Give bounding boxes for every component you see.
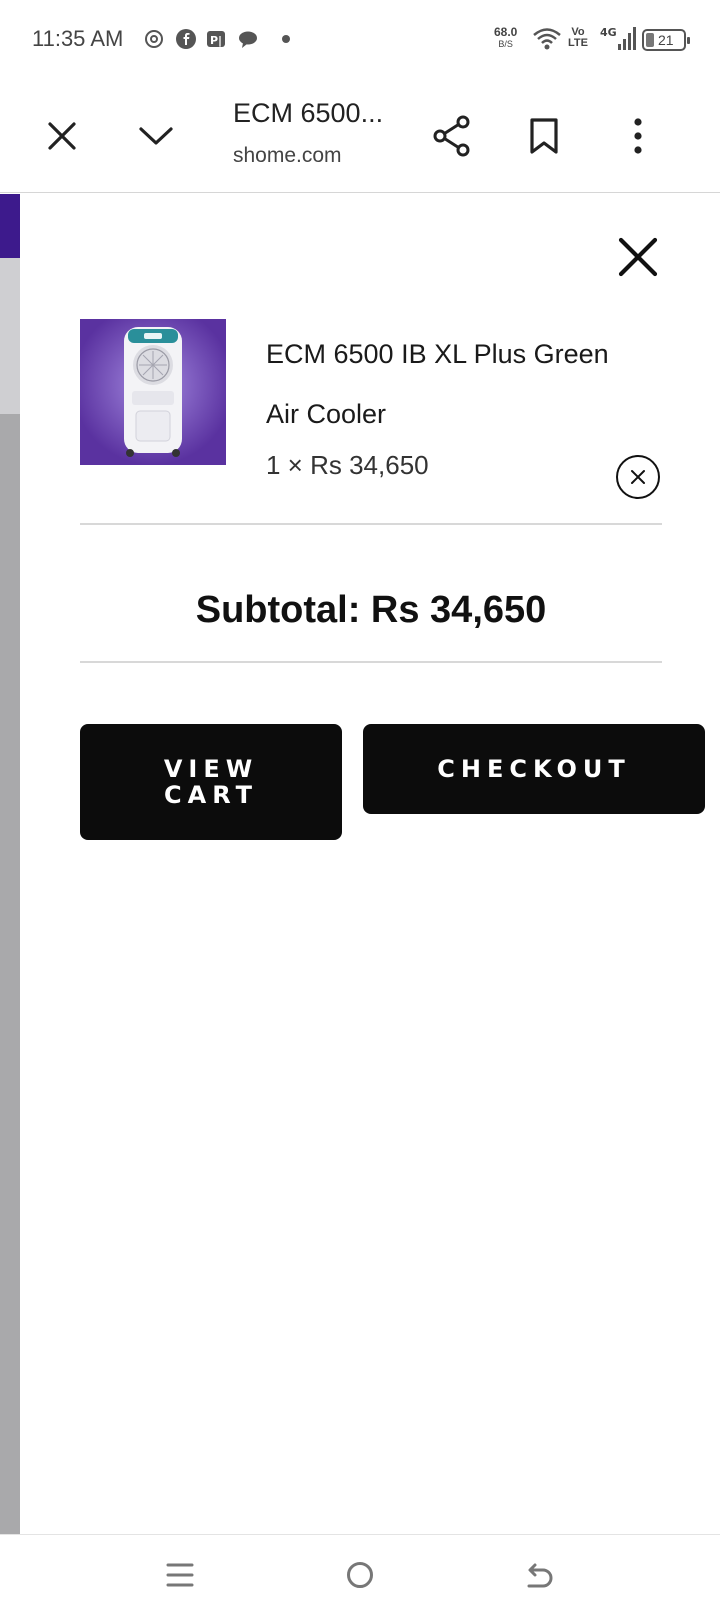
- checkout-button[interactable]: CHECKOUT: [363, 724, 705, 814]
- product-thumbnail[interactable]: [80, 319, 226, 465]
- volte-bottom: LTE: [568, 37, 588, 49]
- network-type: 4G: [600, 26, 617, 39]
- paytm-icon: P|: [207, 31, 225, 47]
- battery-level: 21: [658, 32, 674, 48]
- chevron-down-icon: [139, 127, 173, 145]
- more-options-button[interactable]: [612, 110, 664, 162]
- close-icon: [48, 122, 76, 150]
- share-button[interactable]: [426, 110, 478, 162]
- air-cooler-image: [80, 319, 226, 465]
- close-cart-button[interactable]: [610, 229, 666, 285]
- menu-icon: [166, 1563, 194, 1587]
- product-name[interactable]: ECM 6500 IB XL Plus Green Air Cooler: [266, 324, 626, 444]
- openai-icon: [145, 30, 163, 48]
- notification-dot: [282, 35, 290, 43]
- remove-item-button[interactable]: [616, 455, 660, 499]
- network-speed: 68.0 B/S: [494, 26, 517, 50]
- status-time: 11:35 AM: [32, 26, 124, 51]
- close-icon: [618, 237, 658, 277]
- network-speed-unit: B/S: [498, 39, 513, 49]
- page-url[interactable]: shome.com: [233, 144, 342, 168]
- back-icon: [527, 1563, 553, 1588]
- more-vert-icon: [634, 118, 642, 154]
- facebook-icon: [176, 29, 196, 49]
- bookmark-button[interactable]: [518, 110, 570, 162]
- status-bar: 11:35 AM P| 68.0 B/S Vo LTE 4G 21: [0, 0, 720, 80]
- background-page-section: [0, 258, 20, 414]
- signal-icon: 4G: [600, 26, 636, 50]
- divider: [80, 523, 662, 525]
- network-speed-value: 68.0: [494, 25, 518, 39]
- minimize-button[interactable]: [130, 110, 182, 162]
- back-button[interactable]: [520, 1555, 560, 1595]
- close-tab-button[interactable]: [36, 110, 88, 162]
- close-icon: [631, 470, 645, 484]
- chat-icon: [239, 31, 257, 48]
- mini-cart-panel: ECM 6500 IB XL Plus Green Air Cooler 1 ×…: [20, 194, 720, 1534]
- bookmark-icon: [530, 118, 558, 154]
- battery-indicator: 21: [642, 29, 690, 51]
- volte-indicator: Vo LTE: [568, 27, 588, 49]
- system-navigation-bar: [0, 1534, 720, 1612]
- wifi-icon: [533, 28, 561, 50]
- product-quantity-price: 1 × Rs 34,650: [266, 450, 429, 480]
- divider: [80, 661, 662, 663]
- recent-apps-button[interactable]: [160, 1555, 200, 1595]
- view-cart-button[interactable]: VIEW CART: [80, 724, 342, 840]
- home-circle-icon: [347, 1562, 373, 1588]
- background-page-header: [0, 194, 20, 258]
- browser-toolbar: ECM 6500... shome.com: [0, 80, 720, 193]
- svg-text:P|: P|: [210, 34, 222, 47]
- page-title: ECM 6500...: [233, 98, 384, 128]
- share-icon: [433, 115, 470, 157]
- cart-subtotal: Subtotal: Rs 34,650: [195, 589, 547, 631]
- home-button[interactable]: [340, 1555, 380, 1595]
